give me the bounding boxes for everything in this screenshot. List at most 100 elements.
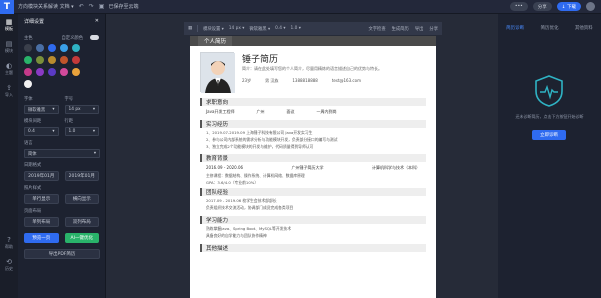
info-gender: 男 汉族 (265, 78, 279, 83)
info-phone: 1388818888 (292, 78, 318, 83)
intent-city: 广州 (256, 109, 265, 114)
redo-icon[interactable]: ↷ (89, 3, 94, 10)
nav-template[interactable]: ▦ 模板 (0, 14, 18, 36)
intent-position: Java开发工程师 (206, 109, 235, 114)
share-button[interactable]: 分享 (532, 2, 552, 11)
profile-photo[interactable] (200, 52, 235, 93)
color-swatch[interactable] (36, 68, 44, 76)
color-swatch[interactable] (36, 44, 44, 52)
color-swatch[interactable] (48, 56, 56, 64)
left-nav: ▦ 模板 ▤ 模块 ◐ 主题 ⇪ 导入 ? 帮助 ⟲ 历史 (0, 14, 18, 298)
toolbar-size-select[interactable]: 14 px ▾ (229, 26, 245, 31)
tab-diagnosis[interactable]: 简历诊断 (506, 25, 524, 31)
canvas-toolbar: ▦ 模块设置 ▾ 14 px ▾ 微软雅黑 ▾ 0.4 ▾ 1.0 ▾ 文字检查… (184, 22, 442, 35)
custom-color-toggle[interactable] (90, 35, 99, 40)
color-swatch[interactable] (60, 44, 68, 52)
person-avatar-icon (201, 53, 235, 93)
language-select[interactable]: 简体 ▾ (24, 149, 100, 158)
section-team[interactable]: 团队经验 2017.09 - 2019.06 校学生会技术部部长 负责组织技术交… (200, 188, 426, 210)
preview-button[interactable]: 预览一页 (24, 233, 59, 243)
section-learning[interactable]: 学习能力 熟练掌握Java、Spring Boot、MySQL等开发技术 具备良… (200, 216, 426, 238)
download-button[interactable]: ↓ 下载 (556, 2, 581, 11)
import-icon: ⇪ (6, 84, 12, 92)
more-button[interactable]: ••• (509, 2, 528, 11)
resume-info-row: 23岁 男 汉族 1388818888 test@163.com (242, 78, 361, 84)
photo-style-option-a[interactable]: 单行显示 (24, 194, 59, 204)
color-swatch[interactable] (48, 44, 56, 52)
toolbar-share-button[interactable]: 分享 (429, 26, 438, 32)
toolbar-line-select[interactable]: 1.0 ▾ (291, 26, 301, 31)
date-format-option-a[interactable]: 2019年01月 (24, 171, 59, 181)
edu-date: 2016.09 - 2020.06 (206, 165, 244, 170)
tab-optimize[interactable]: 简历优化 (540, 25, 558, 31)
info-age: 23岁 (242, 78, 252, 83)
undo-icon[interactable]: ↶ (79, 3, 84, 10)
toolbar-export-button[interactable]: 导出 (415, 26, 424, 32)
panel-title: 详细设置 (24, 19, 45, 25)
layout-option-b[interactable]: 双列布局 (64, 217, 99, 227)
save-status: 已保存至云端 (108, 4, 139, 10)
nav-module[interactable]: ▤ 模块 (0, 36, 18, 58)
line-height-value: 1.0 (68, 129, 76, 134)
color-swatch[interactable] (72, 56, 80, 64)
color-swatch[interactable] (60, 68, 68, 76)
size-select[interactable]: 14 px ▾ (64, 105, 99, 114)
layout-option-a[interactable]: 单列布局 (24, 217, 59, 227)
nav-import[interactable]: ⇪ 导入 (0, 80, 18, 102)
export-pdf-button[interactable]: 导出PDF简历 (24, 249, 100, 259)
edu-line: 主修课程：数据结构、操作系统、计算机网络、数据库原理 (206, 173, 305, 178)
layout-icon[interactable]: ▦ (188, 26, 192, 31)
toolbar-generate-button[interactable]: 生成简历 (392, 26, 409, 32)
nav-label: 历史 (5, 266, 13, 271)
team-line: 负责组织技术交流活动，协调部门成员完成各类项目 (206, 205, 294, 210)
padding-value: 0.4 (28, 129, 35, 134)
nav-theme[interactable]: ◐ 主题 (0, 58, 18, 80)
photo-style-option-b[interactable]: 横向显示 (64, 194, 99, 204)
tab-other[interactable]: 其他资料 (575, 25, 593, 31)
color-swatch[interactable] (72, 44, 80, 52)
line-height-select[interactable]: 1.0 ▾ (64, 127, 99, 136)
color-swatch[interactable] (24, 44, 32, 52)
nav-history[interactable]: ⟲ 历史 (0, 254, 18, 276)
app-logo[interactable]: T (0, 0, 14, 14)
chevron-down-icon: ▾ (93, 151, 96, 156)
color-swatch[interactable] (24, 56, 32, 64)
resume-header-tab: 个人简历 (198, 36, 233, 46)
document-title[interactable]: 方向模块关系解读 文档 ▾ (18, 3, 74, 10)
layout-label: 页面布局 (24, 209, 42, 214)
info-email: test@163.com (331, 78, 361, 83)
internship-line: 1、2019.07-2019.09 上海锤子科技有限公司 Java开发实习生 (206, 130, 313, 135)
toolbar-check-button[interactable]: 文字检查 (368, 26, 385, 32)
date-format-option-b[interactable]: 2019年01月 (64, 171, 99, 181)
custom-color-label: 自定义颜色 (61, 36, 83, 41)
section-education[interactable]: 教育背景 2016.09 - 2020.06 广州锤子简历大学 计算机科学与技术… (200, 154, 426, 185)
chevron-down-icon: ▾ (52, 107, 55, 112)
toolbar-font-select[interactable]: 微软雅黑 ▾ (249, 26, 270, 32)
color-swatch[interactable] (60, 56, 68, 64)
shield-pulse-icon (535, 75, 563, 107)
settings-panel: 详细设置 ✕ 主色 自定义颜色 字体 微软雅黑 ▾ 字号 14 px ▾ 模块间距 … (18, 14, 106, 298)
color-swatch[interactable] (24, 80, 32, 88)
start-diagnosis-button[interactable]: 立即诊断 (532, 130, 566, 140)
theme-icon: ◐ (5, 62, 13, 70)
close-icon[interactable]: ✕ (95, 18, 99, 25)
user-avatar[interactable] (586, 2, 595, 11)
color-swatch[interactable] (24, 68, 32, 76)
nav-help[interactable]: ? 帮助 (0, 232, 18, 254)
chevron-down-icon: ▾ (92, 107, 95, 112)
edu-major: 计算机科学与技术（本科） (371, 165, 420, 170)
font-select[interactable]: 微软雅黑 ▾ (24, 105, 59, 114)
ai-optimize-button[interactable]: AI一键优化 (64, 233, 99, 243)
padding-select[interactable]: 0.4 ▾ (24, 127, 59, 136)
resume-page[interactable]: 个人简历 锤子简历 简介：请在此处填写您的个人简介，尽量用精炼的语言描述自己的优… (190, 36, 436, 298)
color-swatch[interactable] (48, 68, 56, 76)
intent-salary: 面议 (286, 109, 295, 114)
section-job-intent[interactable]: 求职意向 Java开发工程师 广州 面议 一周内到岗 (200, 98, 426, 115)
section-title: 教育背景 (200, 154, 426, 162)
section-other[interactable]: 其他描述 (200, 244, 426, 252)
color-swatch[interactable] (36, 56, 44, 64)
toolbar-padding-select[interactable]: 0.4 ▾ (275, 26, 285, 31)
color-swatch[interactable] (72, 68, 80, 76)
toolbar-module-select[interactable]: 模块设置 ▾ (203, 26, 224, 32)
section-internship[interactable]: 实习经历 1、2019.07-2019.09 上海锤子科技有限公司 Java开发… (200, 120, 426, 149)
